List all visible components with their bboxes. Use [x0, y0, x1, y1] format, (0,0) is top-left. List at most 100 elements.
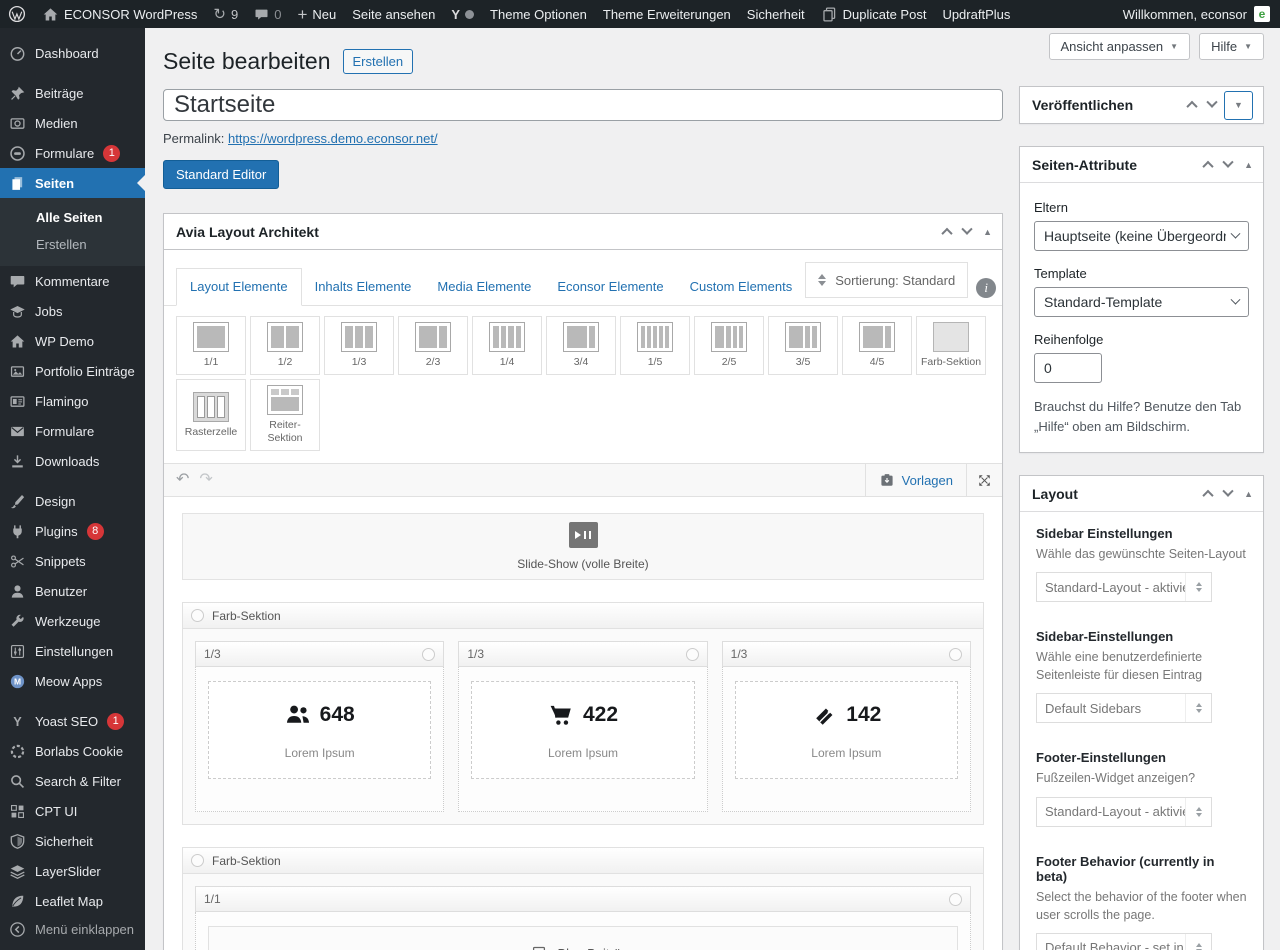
move-down-icon[interactable]	[961, 223, 973, 235]
sidebar-item-search-filter[interactable]: Search & Filter	[0, 766, 145, 796]
sidebar-item-beiträge[interactable]: Beiträge	[0, 78, 145, 108]
animated-number-element[interactable]: 142 Lorem Ipsum	[734, 681, 958, 780]
wordpress-menu[interactable]	[0, 0, 34, 28]
sidebar-item-kommentare[interactable]: Kommentare	[0, 266, 145, 296]
sidebar-item-formulare[interactable]: Formulare 1	[0, 138, 145, 168]
animated-number-element[interactable]: 648 Lorem Ipsum	[208, 681, 432, 780]
move-up-icon[interactable]	[1202, 489, 1214, 501]
new-content-link[interactable]: + Neu	[289, 0, 344, 28]
layout-setting-select[interactable]: Standard-Layout - aktivier	[1036, 572, 1212, 603]
sidebar-item-yoast-seo[interactable]: Yoast SEO 1	[0, 706, 145, 736]
move-down-icon[interactable]	[1206, 96, 1218, 108]
drag-handle-icon[interactable]	[191, 854, 204, 868]
tab-custom-elements[interactable]: Custom Elements	[677, 269, 806, 305]
comments-link[interactable]: 0	[246, 0, 289, 28]
order-input[interactable]	[1034, 353, 1102, 383]
drag-handle-icon[interactable]	[949, 892, 962, 906]
color-section[interactable]: Farb-Sektion 1/3 648 Lorem Ipsum 1/3 422 Lorem…	[182, 602, 984, 826]
updates-link[interactable]: ↻ 9	[205, 0, 246, 28]
element-button-farb-sektion[interactable]: Farb-Sektion	[916, 316, 986, 376]
add-new-page-button[interactable]: Erstellen	[342, 49, 414, 74]
undo-icon[interactable]: ↶	[176, 472, 189, 488]
sidebar-item-flamingo[interactable]: Flamingo	[0, 386, 145, 416]
sidebar-item-seiten[interactable]: Seiten	[0, 168, 145, 198]
move-up-icon[interactable]	[1186, 100, 1198, 113]
element-button-4-5[interactable]: 4/5	[842, 316, 912, 376]
toggle-publish-button[interactable]: ▼	[1224, 90, 1253, 120]
move-down-icon[interactable]	[1222, 485, 1234, 497]
sidebar-item-sicherheit[interactable]: Sicherheit	[0, 826, 145, 856]
element-button-rasterzelle[interactable]: Rasterzelle	[176, 379, 246, 452]
drag-handle-icon[interactable]	[685, 647, 699, 661]
section-header[interactable]: Farb-Sektion	[183, 603, 983, 630]
layout-setting-select[interactable]: Standard-Layout - aktivier	[1036, 796, 1212, 827]
sidebar-item-wp-demo[interactable]: WP Demo	[0, 326, 145, 356]
animated-number-element[interactable]: 422 Lorem Ipsum	[471, 681, 695, 780]
screen-options-button[interactable]: Ansicht anpassen ▼	[1048, 33, 1191, 60]
element-button-1-3[interactable]: 1/3	[324, 316, 394, 376]
element-button-1-5[interactable]: 1/5	[620, 316, 690, 376]
tab-media-elemente[interactable]: Media Elemente	[424, 269, 544, 305]
sidebar-item-cpt-ui[interactable]: CPT UI	[0, 796, 145, 826]
yoast-adminbar-item[interactable]: Y	[443, 0, 482, 28]
sidebar-item-einstellungen[interactable]: Einstellungen	[0, 636, 145, 666]
adminbar-item-updraftplus[interactable]: UpdraftPlus	[934, 0, 1018, 28]
template-select[interactable]: Standard-Template	[1034, 287, 1249, 317]
adminbar-item-theme-optionen[interactable]: Theme Optionen	[482, 0, 595, 28]
templates-button[interactable]: Vorlagen	[864, 464, 966, 497]
column-1-3[interactable]: 1/3 648 Lorem Ipsum	[195, 641, 445, 813]
blog-posts-element[interactable]: Blog Beiträge	[208, 926, 958, 950]
collapse-menu-button[interactable]: Menü einklappen	[0, 914, 145, 944]
permalink-link[interactable]: https://wordpress.demo.econsor.net/	[228, 131, 438, 146]
element-button-1-1[interactable]: 1/1	[176, 316, 246, 376]
toggle-panel-icon[interactable]: ▲	[1244, 160, 1253, 170]
element-button-2-3[interactable]: 2/3	[398, 316, 468, 376]
sidebar-item-formulare[interactable]: Formulare	[0, 416, 145, 446]
sidebar-item-downloads[interactable]: Downloads	[0, 446, 145, 476]
submenu-item-erstellen[interactable]: Erstellen	[0, 231, 145, 258]
element-button-1-2[interactable]: 1/2	[250, 316, 320, 376]
element-button-3-4[interactable]: 3/4	[546, 316, 616, 376]
tab-layout-elemente[interactable]: Layout Elemente	[176, 268, 302, 306]
sidebar-item-design[interactable]: Design	[0, 486, 145, 516]
sort-dropdown[interactable]: Sortierung: Standard	[805, 262, 969, 298]
redo-icon[interactable]: ↷	[199, 472, 212, 488]
sidebar-item-portfolio-einträge[interactable]: Portfolio Einträge	[0, 356, 145, 386]
element-button-3-5[interactable]: 3/5	[768, 316, 838, 376]
sidebar-item-meow-apps[interactable]: Meow Apps	[0, 666, 145, 696]
sidebar-item-werkzeuge[interactable]: Werkzeuge	[0, 606, 145, 636]
tab-inhalts-elemente[interactable]: Inhalts Elemente	[302, 269, 425, 305]
adminbar-item-theme-erweiterungen[interactable]: Theme Erweiterungen	[595, 0, 739, 28]
element-button-reiter-sektion[interactable]: Reiter- Sektion	[250, 379, 320, 452]
adminbar-account[interactable]: Willkommen, econsor e	[1123, 6, 1280, 22]
sidebar-item-borlabs-cookie[interactable]: Borlabs Cookie	[0, 736, 145, 766]
column-1-3[interactable]: 1/3 142 Lorem Ipsum	[721, 641, 971, 813]
move-up-icon[interactable]	[941, 227, 953, 239]
element-button-2-5[interactable]: 2/5	[694, 316, 764, 376]
site-name-link[interactable]: ECONSOR WordPress	[34, 0, 205, 28]
drag-handle-icon[interactable]	[948, 647, 962, 661]
view-page-link[interactable]: Seite ansehen	[344, 0, 443, 28]
layout-setting-select[interactable]: Default Behavior - set in V	[1036, 932, 1212, 950]
move-down-icon[interactable]	[1222, 156, 1234, 168]
toggle-panel-icon[interactable]: ▲	[1244, 489, 1253, 499]
drag-handle-icon[interactable]	[191, 609, 204, 623]
sidebar-item-benutzer[interactable]: Benutzer	[0, 576, 145, 606]
column-1-1[interactable]: 1/1 Blog Beiträge	[195, 886, 971, 950]
sidebar-item-snippets[interactable]: Snippets	[0, 546, 145, 576]
tab-econsor-elemente[interactable]: Econsor Elemente	[544, 269, 676, 305]
toggle-panel-icon[interactable]: ▲	[983, 227, 992, 237]
column-header[interactable]: 1/3	[458, 641, 708, 668]
adminbar-item-duplicate-post[interactable]: Duplicate Post	[813, 0, 935, 28]
sidebar-item-medien[interactable]: Medien	[0, 108, 145, 138]
info-icon[interactable]: i	[976, 278, 997, 298]
layout-setting-select[interactable]: Default Sidebars	[1036, 693, 1212, 724]
submenu-item-alle-seiten[interactable]: Alle Seiten	[0, 204, 145, 231]
sidebar-item-dashboard[interactable]: Dashboard	[0, 38, 145, 68]
column-header[interactable]: 1/3	[195, 641, 445, 668]
post-title-input[interactable]	[163, 89, 1003, 121]
column-1-3[interactable]: 1/3 422 Lorem Ipsum	[458, 641, 708, 813]
standard-editor-button[interactable]: Standard Editor	[163, 160, 280, 189]
column-header[interactable]: 1/1	[195, 886, 971, 913]
fullscreen-button[interactable]	[966, 464, 1002, 497]
